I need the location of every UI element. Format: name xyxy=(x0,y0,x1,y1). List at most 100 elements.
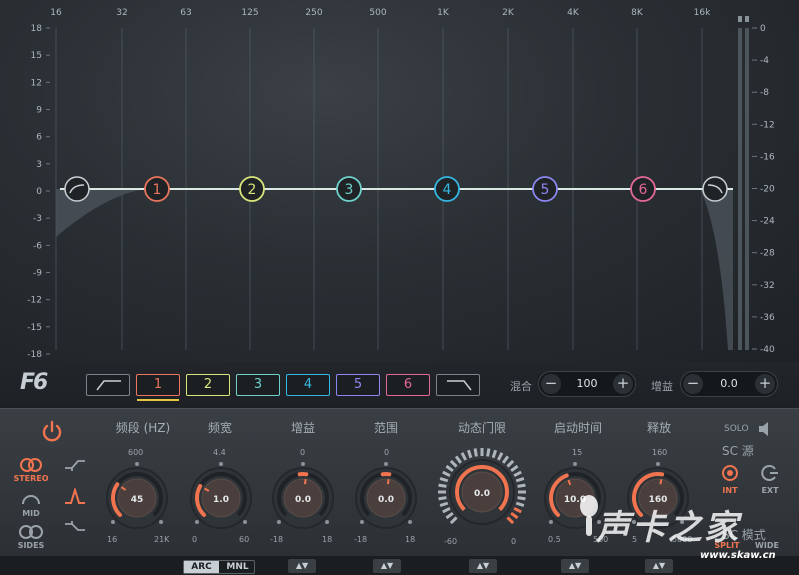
mix-minus-button[interactable]: − xyxy=(541,374,561,394)
right-db-tick-label: -20 xyxy=(760,185,775,195)
low-cut-node-ring xyxy=(64,176,90,202)
range-knob-min-label: -18 xyxy=(354,535,368,544)
right-db-tick-label: -28 xyxy=(760,249,775,259)
mnl-button[interactable]: MNL xyxy=(220,561,255,573)
mix-value[interactable]: 100 xyxy=(563,372,611,396)
freq-tick-label: 16 xyxy=(50,8,62,18)
output-gain-value[interactable]: 0.0 xyxy=(705,372,753,396)
stereo-label[interactable]: STEREO xyxy=(11,474,51,483)
left-db-tick-label: -3 xyxy=(33,214,42,224)
sc-source-label: SC 源 xyxy=(722,444,754,458)
output-gain-label: 增益 xyxy=(651,380,673,393)
left-db-tick-label: 18 xyxy=(31,24,43,34)
freq-knob-title: 频段 (HZ) xyxy=(115,421,171,435)
gain-spin-button[interactable]: ▲▼ xyxy=(288,559,316,573)
width-knob-title: 频宽 xyxy=(207,421,232,435)
left-db-tick-label: -15 xyxy=(27,323,42,333)
stereo-icon[interactable] xyxy=(18,457,44,473)
mix-field[interactable]: − 100 + xyxy=(538,371,636,397)
watermark-text: 声卡之家 xyxy=(596,508,740,548)
int-source-icon[interactable] xyxy=(721,464,739,482)
solo-label[interactable]: SOLO xyxy=(724,424,749,434)
ext-label[interactable]: EXT xyxy=(755,486,785,495)
left-db-tick-label: 9 xyxy=(36,106,42,116)
bell-shape-icon[interactable] xyxy=(64,488,86,506)
high-shelf-band-button[interactable] xyxy=(436,374,480,396)
int-label[interactable]: INT xyxy=(715,486,745,495)
ext-source-icon[interactable] xyxy=(761,464,779,482)
range-knob-max-label: 18 xyxy=(405,535,416,544)
low-cut-node[interactable] xyxy=(64,176,90,202)
mid-label[interactable]: MID xyxy=(11,509,51,518)
freq-knob-top-label: 600 xyxy=(128,448,144,457)
output-gain-field[interactable]: − 0.0 + xyxy=(680,371,778,397)
output-meter-left xyxy=(738,28,742,350)
band-3-button[interactable]: 3 xyxy=(236,374,280,396)
output-gain-plus-button[interactable]: + xyxy=(755,374,775,394)
left-db-tick-label: 6 xyxy=(36,133,42,143)
range-spin-button[interactable]: ▲▼ xyxy=(373,559,401,573)
attack-spin-button[interactable]: ▲▼ xyxy=(561,559,589,573)
meter-peak-right xyxy=(745,16,749,22)
low-shelf-band-button[interactable] xyxy=(86,374,130,396)
right-db-tick-label: -36 xyxy=(760,313,775,323)
gain-knob-max-label: 18 xyxy=(322,535,333,544)
mix-label: 混合 xyxy=(510,380,532,393)
band-6-node[interactable]: 6 xyxy=(630,176,656,202)
arc-button[interactable]: ARC xyxy=(184,561,219,573)
band-power-icon[interactable] xyxy=(40,420,64,444)
freq-tick-label: 63 xyxy=(180,8,191,18)
wide-label[interactable]: WIDE xyxy=(752,541,782,550)
attack-knob-top-label: 15 xyxy=(572,448,583,457)
freq-tick-label: 8K xyxy=(631,8,644,18)
freq-tick-label: 16k xyxy=(694,8,711,18)
speaker-icon[interactable] xyxy=(757,421,773,437)
right-db-tick-label: -40 xyxy=(760,345,775,355)
mix-plus-button[interactable]: + xyxy=(613,374,633,394)
range-knob-top-label: 0 xyxy=(384,448,390,457)
left-db-tick-label: -9 xyxy=(33,269,42,279)
threshold-spin-button[interactable]: ▲▼ xyxy=(469,559,497,573)
right-db-tick-label: -12 xyxy=(760,120,775,130)
band-5-node[interactable]: 5 xyxy=(532,176,558,202)
band-node-label: 1 xyxy=(153,182,162,198)
eq-graph[interactable]: 16 32 63 125 250 500 1K 2K 4K 8K 16k1815129630-3-6… xyxy=(0,0,799,362)
right-db-tick-label: -32 xyxy=(760,281,775,291)
band-1-button[interactable]: 1 xyxy=(136,374,180,396)
output-meter-right xyxy=(745,28,749,350)
mid-icon[interactable] xyxy=(20,490,42,506)
attack-knob-min-label: 0.5 xyxy=(548,535,561,544)
right-db-tick-label: -24 xyxy=(760,217,775,227)
band-2-button[interactable]: 2 xyxy=(186,374,230,396)
band-node-label: 2 xyxy=(248,182,257,198)
freq-tick-label: 250 xyxy=(305,8,322,18)
arc-mnl-toggle[interactable]: ARC MNL xyxy=(183,560,255,574)
band-1-node[interactable]: 1 xyxy=(144,176,170,202)
right-db-tick-label: -8 xyxy=(760,88,769,98)
freq-tick-label: 500 xyxy=(369,8,386,18)
sides-icon[interactable] xyxy=(18,524,44,540)
output-gain-minus-button[interactable]: − xyxy=(683,374,703,394)
sides-label[interactable]: SIDES xyxy=(11,541,51,550)
band-2-node[interactable]: 2 xyxy=(239,176,265,202)
band-6-button[interactable]: 6 xyxy=(386,374,430,396)
high-cut-node[interactable] xyxy=(702,176,728,202)
watermark-url: www.skaw.cn xyxy=(700,550,776,561)
shelf-shape-icon[interactable] xyxy=(64,458,86,472)
band-4-node[interactable]: 4 xyxy=(434,176,460,202)
band-node-label: 3 xyxy=(345,182,354,198)
high-cut-shape-icon xyxy=(447,380,472,391)
release-knob-top-label: 160 xyxy=(652,448,668,457)
band-3-node[interactable]: 3 xyxy=(336,176,362,202)
eq-display[interactable]: 16 32 63 125 250 500 1K 2K 4K 8K 16k 18 15 12 9 6 3 0 -3 -6… xyxy=(0,0,799,362)
release-knob-title: 释放 xyxy=(646,421,671,435)
release-spin-button[interactable]: ▲▼ xyxy=(645,559,673,573)
gain-knob-min-label: -18 xyxy=(270,535,284,544)
band-4-button[interactable]: 4 xyxy=(286,374,330,396)
band-5-button[interactable]: 5 xyxy=(336,374,380,396)
threshold-knob-title: 动态门限 xyxy=(457,421,506,435)
notch-shape-icon[interactable] xyxy=(64,520,86,534)
band-node-label: 4 xyxy=(443,182,452,198)
width-knob-max-label: 60 xyxy=(239,535,250,544)
attack-knob-title: 启动时间 xyxy=(553,421,602,435)
